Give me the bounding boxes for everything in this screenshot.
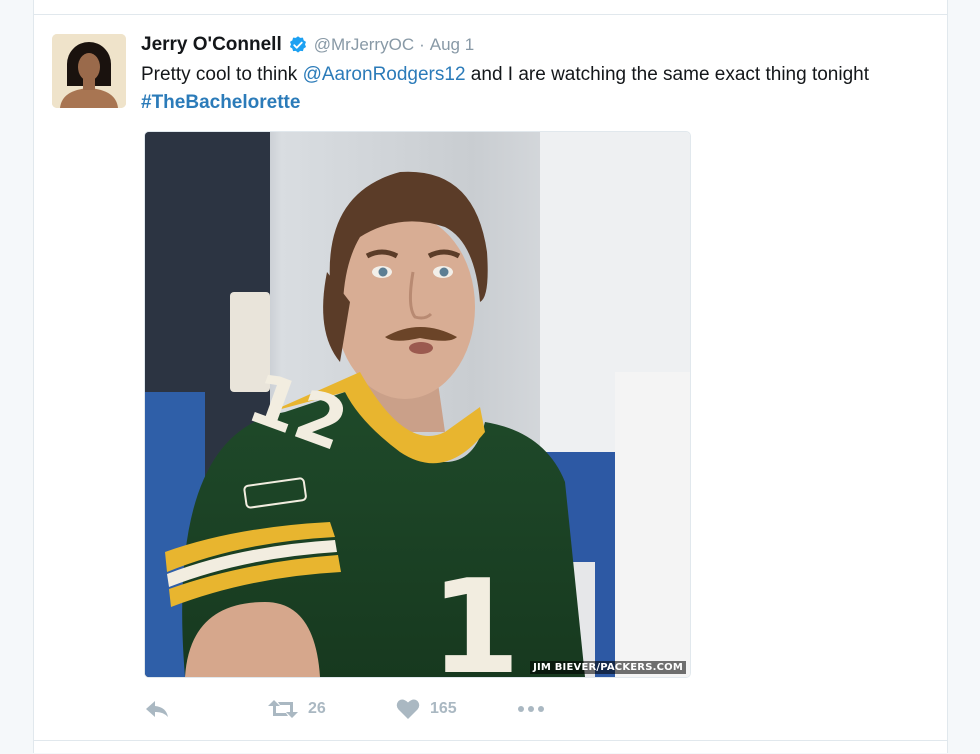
timeline: Jerry O'Connell @MrJerryOC · Aug 1 Prett… xyxy=(33,0,948,753)
previous-tweet-edge xyxy=(34,0,947,15)
heart-icon xyxy=(396,699,420,719)
header-separator: · xyxy=(419,35,425,54)
hashtag-link[interactable]: #TheBachelorette xyxy=(141,92,300,113)
tweet-text-part: and I are watching the same exact thing … xyxy=(465,64,870,85)
author-handle[interactable]: @MrJerryOC xyxy=(314,35,414,55)
reply-button[interactable] xyxy=(144,699,268,719)
more-options-button[interactable] xyxy=(516,704,546,714)
tweet-timestamp[interactable]: Aug 1 xyxy=(430,35,474,55)
mention-link[interactable]: @AaronRodgers12 xyxy=(303,64,466,85)
retweet-count: 26 xyxy=(308,700,326,717)
verified-badge-icon xyxy=(288,35,308,55)
like-count: 165 xyxy=(430,700,457,717)
player-photo: 12 1 xyxy=(145,132,690,677)
tweet-text: Pretty cool to think @AaronRodgers12 and… xyxy=(141,61,931,117)
tweet-text-part: Pretty cool to think xyxy=(141,64,303,85)
tweet-photo[interactable]: 12 1 JIM BIEVER/PACKERS.COM xyxy=(144,131,691,678)
avatar-image xyxy=(52,34,126,108)
author-fullname[interactable]: Jerry O'Connell xyxy=(141,34,282,56)
tweet-actions: 26 165 xyxy=(144,694,546,724)
ellipsis-icon xyxy=(518,706,544,712)
reply-arrow-icon xyxy=(146,701,168,717)
tweet-header: Jerry O'Connell @MrJerryOC · Aug 1 xyxy=(141,32,474,58)
retweet-icon xyxy=(268,700,298,718)
svg-text:1: 1 xyxy=(430,551,520,677)
like-button[interactable]: 165 xyxy=(396,698,516,720)
next-tweet-edge xyxy=(34,740,947,754)
photo-credit: JIM BIEVER/PACKERS.COM xyxy=(530,661,686,674)
retweet-button[interactable]: 26 xyxy=(268,699,396,719)
avatar[interactable] xyxy=(52,34,126,108)
